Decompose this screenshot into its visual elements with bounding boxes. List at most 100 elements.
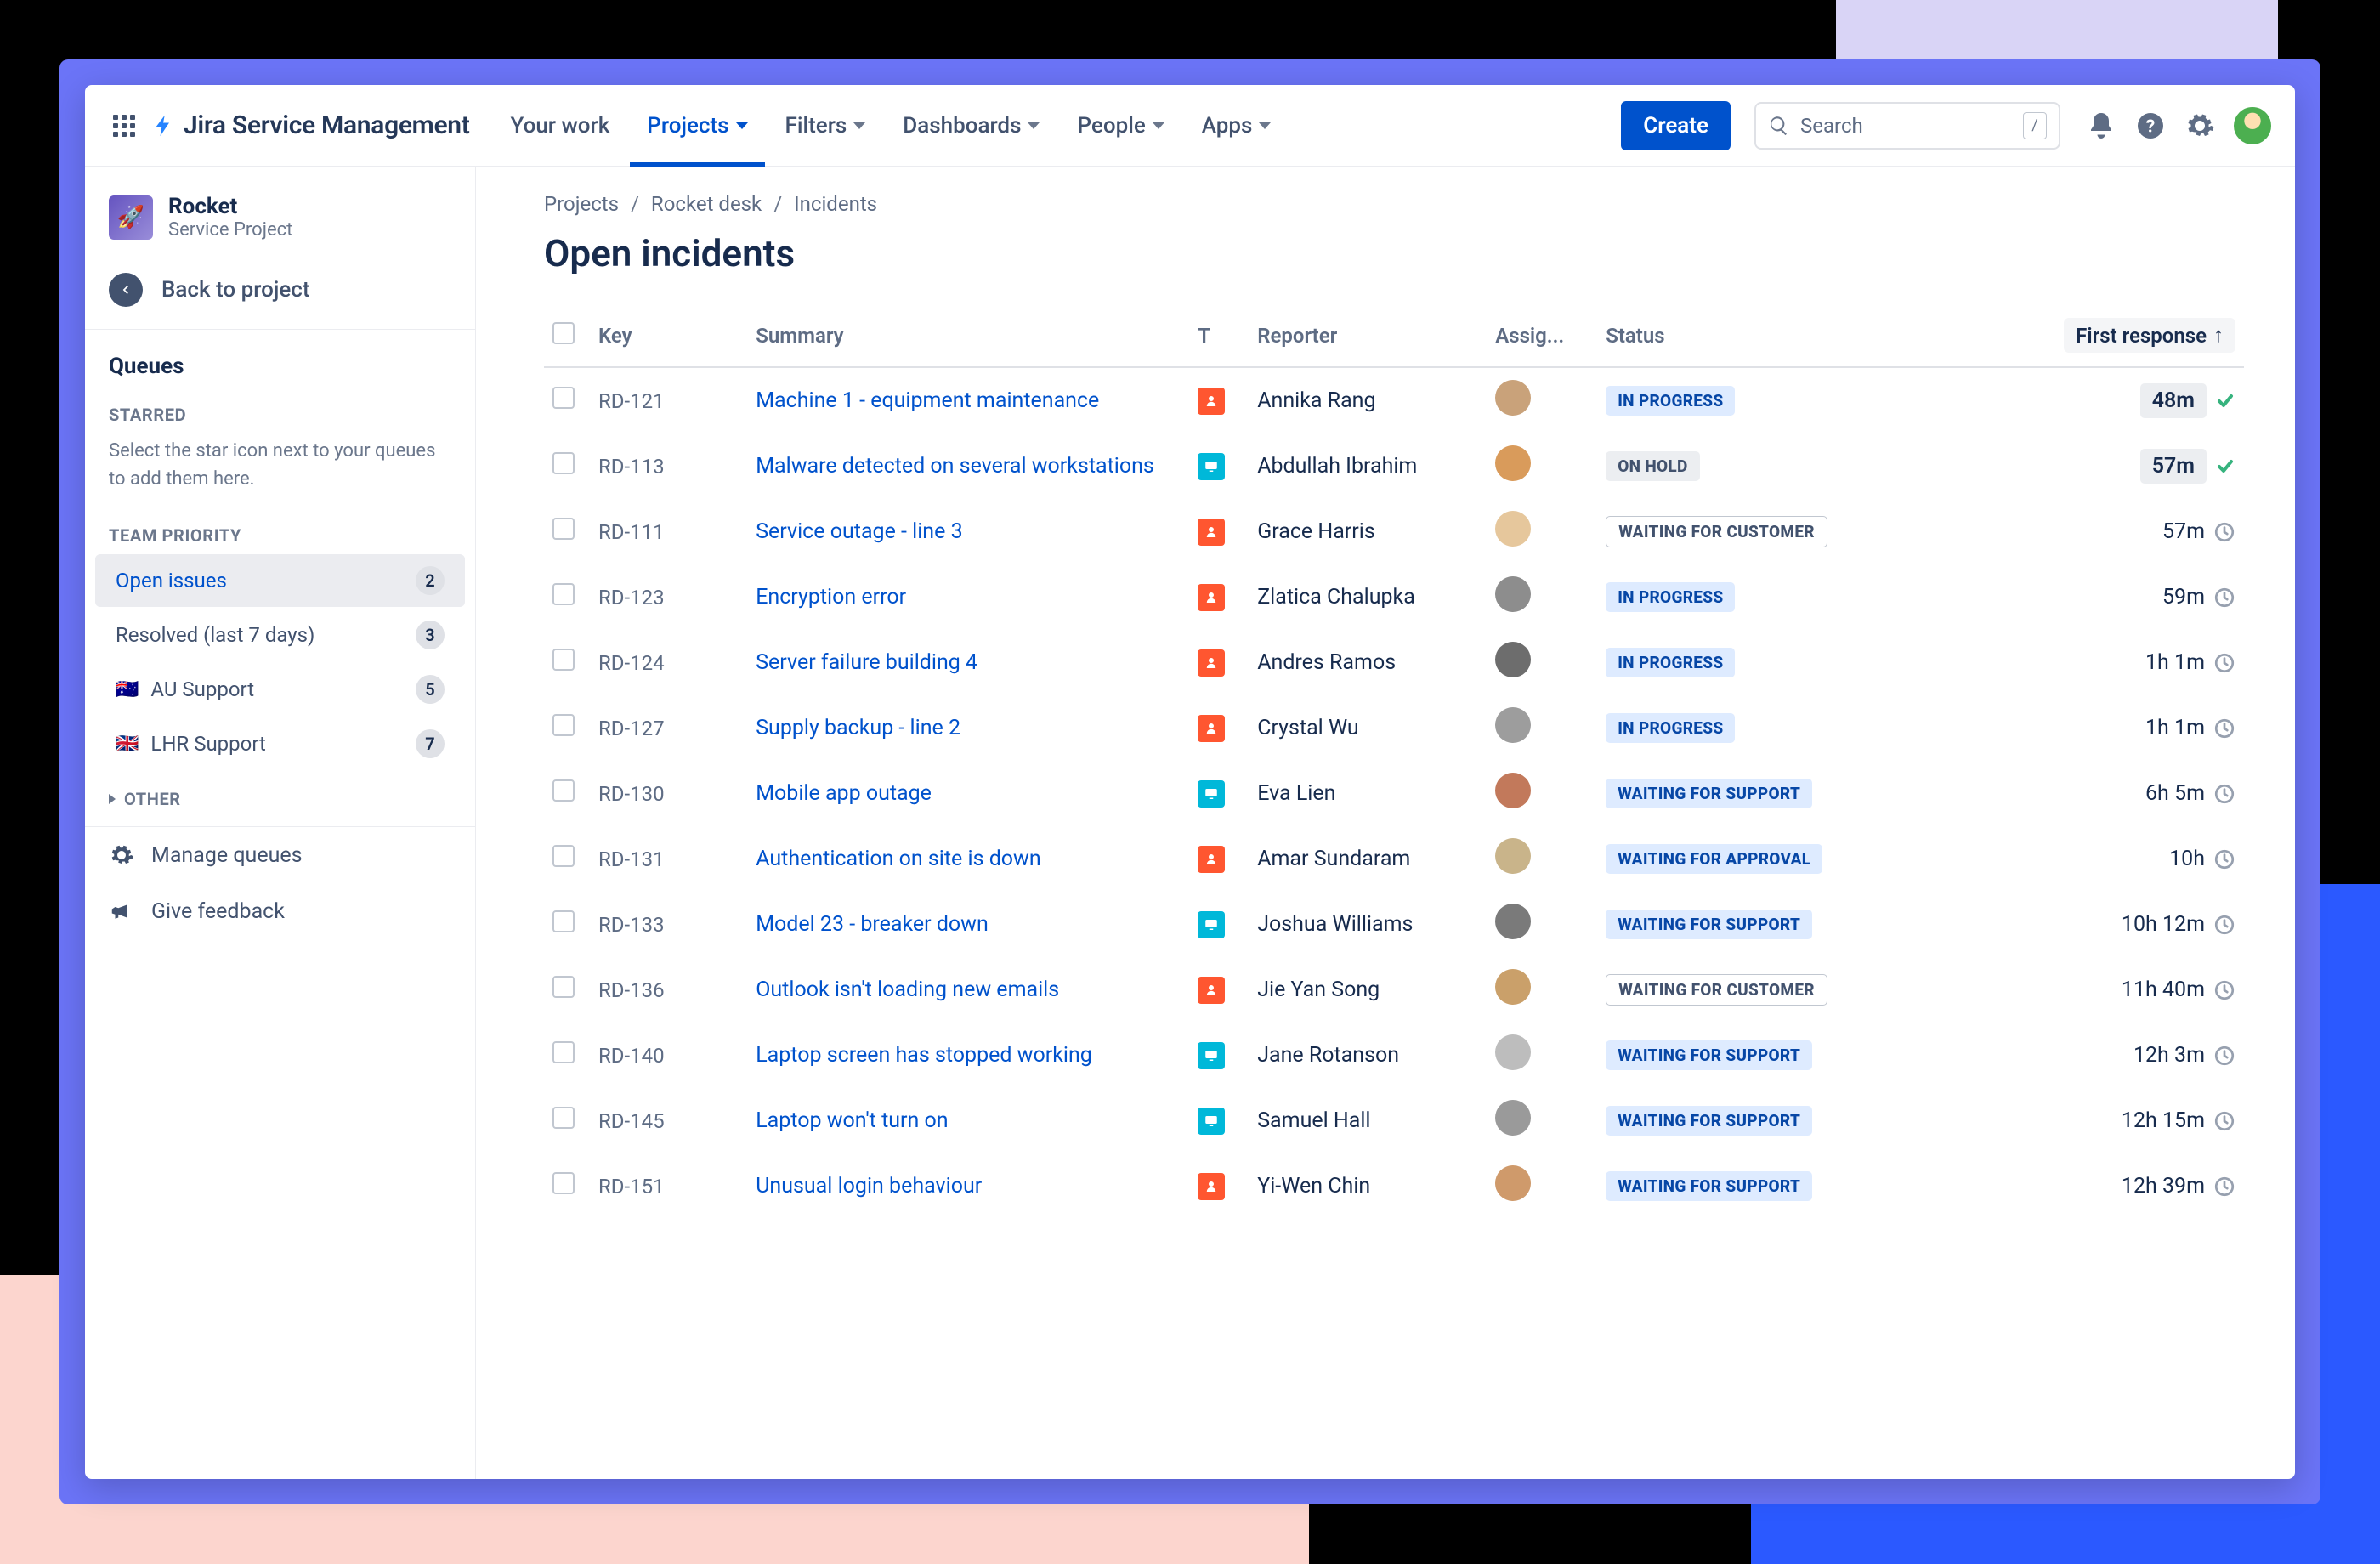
- chevron-down-icon: [1028, 122, 1040, 129]
- nav-your-work[interactable]: Your work: [494, 85, 627, 167]
- starred-help: Select the star icon next to your queues…: [85, 432, 475, 508]
- assignee-avatar[interactable]: [1495, 511, 1531, 547]
- nav-filters[interactable]: Filters: [768, 85, 883, 167]
- assignee-avatar[interactable]: [1495, 773, 1531, 808]
- issue-key[interactable]: RD-130: [590, 761, 747, 826]
- sidebar: 🚀 Rocket Service Project Back to project…: [85, 167, 476, 1479]
- assignee-avatar[interactable]: [1495, 1034, 1531, 1070]
- row-checkbox[interactable]: [552, 1172, 575, 1194]
- nav-people[interactable]: People: [1060, 85, 1181, 167]
- issue-summary-link[interactable]: Server failure building 4: [747, 630, 1189, 695]
- assignee-avatar[interactable]: [1495, 445, 1531, 481]
- row-checkbox[interactable]: [552, 714, 575, 736]
- col-reporter[interactable]: Reporter: [1249, 306, 1487, 367]
- assignee-avatar[interactable]: [1495, 380, 1531, 416]
- issue-key[interactable]: RD-140: [590, 1023, 747, 1088]
- issue-summary-link[interactable]: Supply backup - line 2: [747, 695, 1189, 761]
- issue-key[interactable]: RD-124: [590, 630, 747, 695]
- issue-key[interactable]: RD-133: [590, 892, 747, 957]
- nav-apps[interactable]: Apps: [1185, 85, 1289, 167]
- response-time: 57m: [2162, 519, 2205, 544]
- issue-key[interactable]: RD-111: [590, 499, 747, 564]
- help-icon[interactable]: ?: [2135, 110, 2166, 141]
- give-feedback[interactable]: Give feedback: [85, 883, 475, 939]
- incidents-table: Key Summary T Reporter Assig... Status F…: [544, 306, 2244, 1219]
- row-checkbox[interactable]: [552, 976, 575, 998]
- issue-key[interactable]: RD-145: [590, 1088, 747, 1153]
- issue-key[interactable]: RD-123: [590, 564, 747, 630]
- col-summary[interactable]: Summary: [747, 306, 1189, 367]
- row-checkbox[interactable]: [552, 910, 575, 932]
- product-name: Jira Service Management: [184, 110, 470, 140]
- issue-summary-link[interactable]: Encryption error: [747, 564, 1189, 630]
- status-badge: IN PROGRESS: [1606, 582, 1735, 612]
- queue-item[interactable]: 🇬🇧LHR Support7: [95, 717, 465, 770]
- row-checkbox[interactable]: [552, 1107, 575, 1129]
- row-checkbox[interactable]: [552, 583, 575, 605]
- queue-item[interactable]: Resolved (last 7 days)3: [95, 609, 465, 661]
- breadcrumb-item[interactable]: Rocket desk: [651, 192, 762, 216]
- queue-item[interactable]: Open issues2: [95, 554, 465, 607]
- search-input[interactable]: Search /: [1754, 102, 2060, 150]
- issue-summary-link[interactable]: Model 23 - breaker down: [747, 892, 1189, 957]
- status-badge: WAITING FOR SUPPORT: [1606, 779, 1812, 808]
- assignee-avatar[interactable]: [1495, 576, 1531, 612]
- assignee-avatar[interactable]: [1495, 642, 1531, 677]
- row-checkbox[interactable]: [552, 649, 575, 671]
- megaphone-icon: [109, 898, 134, 924]
- product-logo[interactable]: Jira Service Management: [151, 110, 470, 140]
- reporter-name: Amar Sundaram: [1249, 826, 1487, 892]
- assignee-avatar[interactable]: [1495, 969, 1531, 1005]
- assignee-avatar[interactable]: [1495, 1100, 1531, 1136]
- issue-summary-link[interactable]: Authentication on site is down: [747, 826, 1189, 892]
- row-checkbox[interactable]: [552, 387, 575, 409]
- issue-summary-link[interactable]: Service outage - line 3: [747, 499, 1189, 564]
- response-time: 6h 5m: [2145, 781, 2205, 806]
- issue-summary-link[interactable]: Laptop won't turn on: [747, 1088, 1189, 1153]
- breadcrumb-item[interactable]: Projects: [544, 192, 619, 216]
- col-key[interactable]: Key: [590, 306, 747, 367]
- breadcrumb-item[interactable]: Incidents: [794, 192, 877, 216]
- row-checkbox[interactable]: [552, 1041, 575, 1063]
- notifications-icon[interactable]: [2086, 110, 2116, 141]
- row-checkbox[interactable]: [552, 518, 575, 540]
- queue-item[interactable]: 🇦🇺AU Support5: [95, 663, 465, 716]
- nav-projects[interactable]: Projects: [630, 85, 764, 167]
- col-assignee[interactable]: Assig...: [1487, 306, 1597, 367]
- create-button[interactable]: Create: [1621, 101, 1731, 150]
- reporter-name: Andres Ramos: [1249, 630, 1487, 695]
- issue-key[interactable]: RD-113: [590, 434, 747, 499]
- back-to-project[interactable]: Back to project: [85, 256, 475, 329]
- app-switcher-icon[interactable]: [109, 110, 139, 141]
- issue-key[interactable]: RD-151: [590, 1153, 747, 1219]
- row-checkbox[interactable]: [552, 452, 575, 474]
- issue-key[interactable]: RD-136: [590, 957, 747, 1023]
- assignee-avatar[interactable]: [1495, 904, 1531, 939]
- profile-avatar[interactable]: [2234, 107, 2271, 144]
- status-badge: WAITING FOR CUSTOMER: [1606, 974, 1828, 1006]
- row-checkbox[interactable]: [552, 779, 575, 802]
- issue-key[interactable]: RD-131: [590, 826, 747, 892]
- issue-summary-link[interactable]: Machine 1 - equipment maintenance: [747, 367, 1189, 434]
- issue-summary-link[interactable]: Mobile app outage: [747, 761, 1189, 826]
- assignee-avatar[interactable]: [1495, 707, 1531, 743]
- response-time: 1h 1m: [2145, 716, 2205, 740]
- col-type[interactable]: T: [1189, 306, 1249, 367]
- row-checkbox[interactable]: [552, 845, 575, 867]
- col-first-response[interactable]: First response ↑: [1886, 306, 2244, 367]
- settings-icon[interactable]: [2184, 110, 2215, 141]
- issue-summary-link[interactable]: Unusual login behaviour: [747, 1153, 1189, 1219]
- col-status[interactable]: Status: [1597, 306, 1886, 367]
- project-header[interactable]: 🚀 Rocket Service Project: [85, 185, 475, 256]
- manage-queues[interactable]: Manage queues: [85, 827, 475, 883]
- assignee-avatar[interactable]: [1495, 1165, 1531, 1201]
- other-section-toggle[interactable]: OTHER: [85, 772, 475, 826]
- issue-summary-link[interactable]: Outlook isn't loading new emails: [747, 957, 1189, 1023]
- issue-summary-link[interactable]: Malware detected on several workstations: [747, 434, 1189, 499]
- select-all-checkbox[interactable]: [552, 322, 575, 344]
- nav-dashboards[interactable]: Dashboards: [886, 85, 1057, 167]
- issue-key[interactable]: RD-127: [590, 695, 747, 761]
- issue-summary-link[interactable]: Laptop screen has stopped working: [747, 1023, 1189, 1088]
- assignee-avatar[interactable]: [1495, 838, 1531, 874]
- issue-key[interactable]: RD-121: [590, 367, 747, 434]
